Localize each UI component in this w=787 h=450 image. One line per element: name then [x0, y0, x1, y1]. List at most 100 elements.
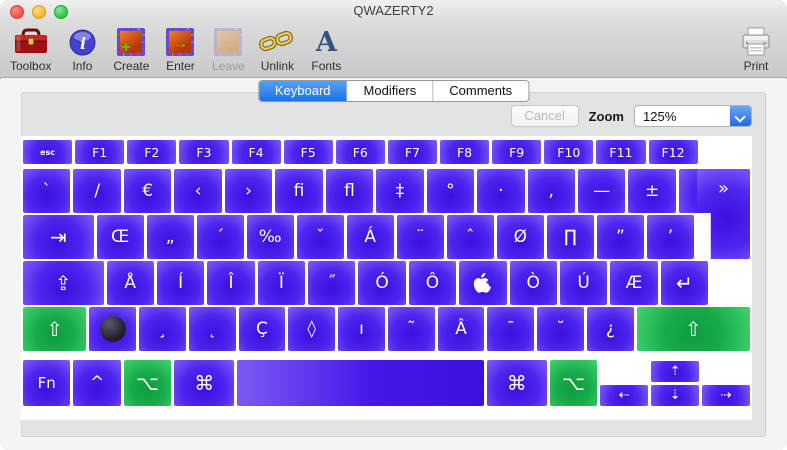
key[interactable]: ı — [338, 307, 385, 351]
key[interactable]: Í — [157, 261, 204, 305]
key-option-right[interactable]: ⌥ — [550, 360, 597, 406]
key[interactable]: ˆ — [447, 215, 494, 259]
key[interactable]: ¯ — [487, 307, 534, 351]
key[interactable]: F11 — [596, 140, 645, 164]
key-control[interactable]: ^ — [73, 360, 120, 406]
key[interactable]: Á — [347, 215, 394, 259]
key[interactable]: ˛ — [189, 307, 236, 351]
zoom-dropdown[interactable]: 125% — [634, 105, 752, 127]
key[interactable]: ` — [23, 169, 70, 213]
key-black-circle[interactable] — [89, 307, 136, 351]
key[interactable]: ° — [427, 169, 474, 213]
key[interactable]: F8 — [440, 140, 489, 164]
key-tab[interactable]: ⇥ — [23, 215, 94, 259]
key[interactable]: F7 — [388, 140, 437, 164]
key[interactable]: ˝ — [308, 261, 355, 305]
toolbar-item-label: Enter — [166, 59, 195, 73]
tab-modifiers[interactable]: Modifiers — [348, 81, 434, 101]
key[interactable]: › — [225, 169, 272, 213]
key[interactable]: F4 — [232, 140, 281, 164]
key[interactable]: Ç — [239, 307, 286, 351]
key[interactable]: Ô — [409, 261, 456, 305]
key[interactable]: F1 — [75, 140, 124, 164]
key[interactable]: F12 — [649, 140, 698, 164]
tab-keyboard[interactable]: Keyboard — [259, 81, 348, 101]
key[interactable]: F6 — [336, 140, 385, 164]
key[interactable]: ¸ — [139, 307, 186, 351]
key[interactable]: Ø — [497, 215, 544, 259]
key[interactable]: fl — [326, 169, 373, 213]
key-arrow-up[interactable]: ⇡ — [651, 361, 699, 382]
key[interactable]: F3 — [179, 140, 228, 164]
toolbar-item-label: Print — [744, 59, 769, 73]
key[interactable]: Â — [438, 307, 485, 351]
key-arrow-left[interactable]: ⇠ — [600, 385, 648, 406]
key-shift-right[interactable]: ⇧ — [637, 307, 750, 351]
key[interactable]: ” — [597, 215, 644, 259]
key[interactable]: Œ — [97, 215, 144, 259]
key[interactable]: F10 — [544, 140, 593, 164]
key[interactable]: ˘ — [537, 307, 584, 351]
arrow-column: ⇠ — [600, 360, 648, 406]
dropdown-segment[interactable] — [730, 106, 751, 126]
key[interactable]: ¨ — [397, 215, 444, 259]
key[interactable]: ‰ — [247, 215, 294, 259]
fonts-button[interactable]: AFonts — [309, 26, 343, 73]
key-space[interactable] — [237, 360, 483, 406]
key-esc[interactable]: esc — [23, 140, 72, 164]
key-return[interactable]: ↵ — [661, 261, 708, 305]
tab-row: ⇥Œ„´‰ˇÁ¨ˆØ∏”’ — [23, 215, 750, 259]
cancel-button[interactable]: Cancel — [511, 105, 579, 127]
key-arrow-right[interactable]: ⇢ — [702, 385, 750, 406]
toolbox-button[interactable]: Toolbox — [10, 26, 51, 73]
arrow-key-cluster: ⇠⇡ ⇣⇢ — [600, 360, 750, 406]
create-button[interactable]: ˊ+Create — [113, 26, 149, 73]
key[interactable]: Å — [107, 261, 154, 305]
key-command-right[interactable]: ⌘ — [487, 360, 547, 406]
key-arrow-down[interactable]: ⇣ — [651, 385, 699, 406]
key-fn[interactable]: Fn — [23, 360, 70, 406]
key[interactable]: € — [124, 169, 171, 213]
tab-comments[interactable]: Comments — [433, 81, 528, 101]
print-button[interactable]: Print — [739, 26, 773, 73]
key[interactable]: Î — [207, 261, 254, 305]
key[interactable]: ◊ — [288, 307, 335, 351]
key[interactable]: F9 — [492, 140, 541, 164]
key[interactable]: „ — [147, 215, 194, 259]
info-button[interactable]: iInfo — [65, 26, 99, 73]
key[interactable]: Ú — [560, 261, 607, 305]
key[interactable]: ¿ — [587, 307, 634, 351]
key[interactable]: ‡ — [376, 169, 423, 213]
key[interactable]: ˇ — [297, 215, 344, 259]
key[interactable]: ∏ — [547, 215, 594, 259]
key[interactable]: ‹ — [174, 169, 221, 213]
key[interactable]: ´ — [197, 215, 244, 259]
key[interactable]: ’ — [647, 215, 694, 259]
key[interactable]: · — [477, 169, 524, 213]
key[interactable]: / — [73, 169, 120, 213]
controls-row: Cancel Zoom 125% — [511, 105, 752, 127]
key[interactable]: Æ — [610, 261, 657, 305]
leave-button[interactable]: ˊ→Leave — [211, 26, 245, 73]
toolbar-item-label: Fonts — [311, 59, 341, 73]
window-title: QWAZERTY2 — [0, 3, 787, 18]
key-apple[interactable] — [459, 261, 506, 305]
key[interactable]: , — [528, 169, 575, 213]
key[interactable]: ˜ — [388, 307, 435, 351]
enter-button[interactable]: ˊ→Enter — [163, 26, 197, 73]
toolbar-item-label: Unlink — [261, 59, 294, 73]
key[interactable]: F2 — [127, 140, 176, 164]
key[interactable]: ± — [628, 169, 675, 213]
key-shift-left[interactable]: ⇧ — [23, 307, 86, 351]
key-option-left[interactable]: ⌥ — [124, 360, 171, 406]
key-command-left[interactable]: ⌘ — [174, 360, 234, 406]
title-bar: QWAZERTY2 — [0, 0, 787, 22]
key[interactable]: Ò — [510, 261, 557, 305]
key-caps-lock[interactable]: ⇪ — [23, 261, 104, 305]
key[interactable]: Ó — [358, 261, 405, 305]
key[interactable]: F5 — [284, 140, 333, 164]
key[interactable]: Ï — [258, 261, 305, 305]
unlink-button[interactable]: Unlink — [259, 26, 295, 73]
key[interactable]: — — [578, 169, 625, 213]
key[interactable]: fi — [275, 169, 322, 213]
